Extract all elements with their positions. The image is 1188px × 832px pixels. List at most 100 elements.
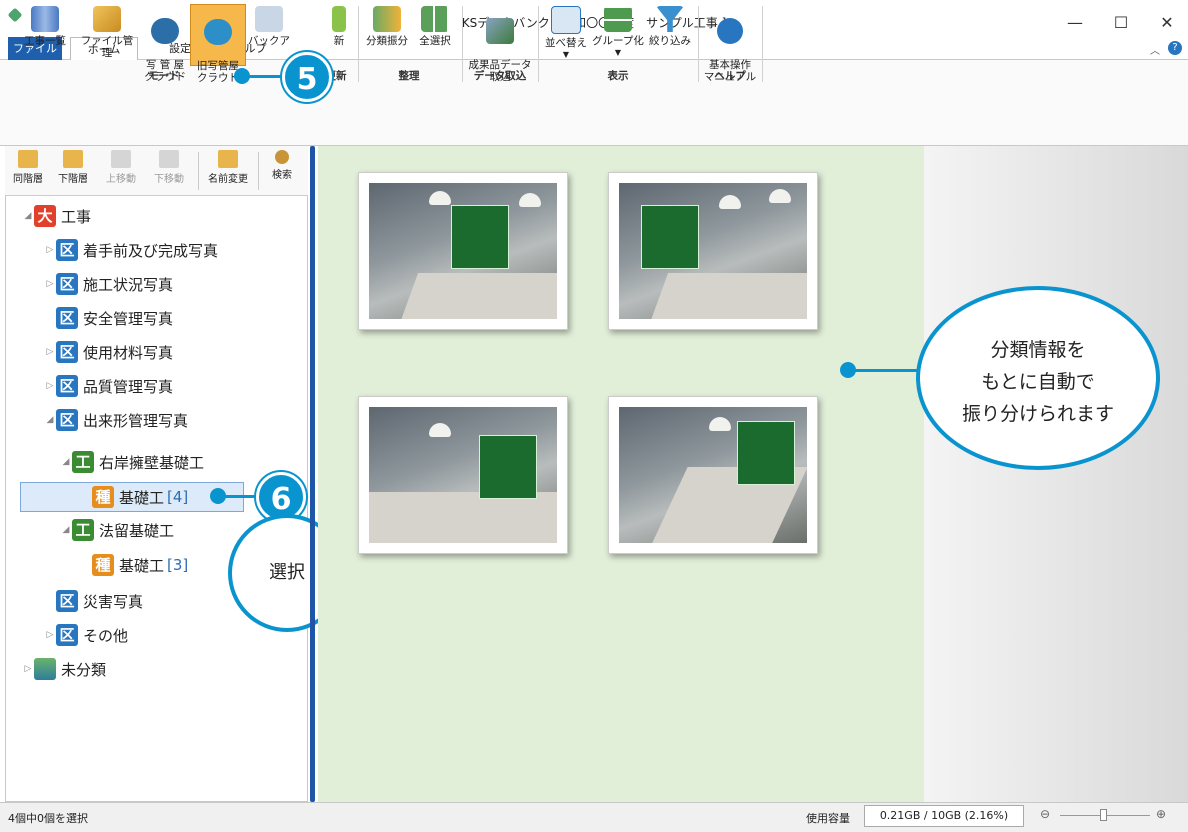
expand-icon[interactable]: ◢ (22, 211, 34, 221)
tree-item-label: 品質管理写真 (83, 377, 174, 396)
expand-icon[interactable]: ▷ (22, 664, 34, 674)
tree-item[interactable]: 種 基礎工 [3] (92, 549, 232, 581)
backup-icon (255, 6, 283, 32)
dropdown-arrow-icon: ▼ (562, 50, 570, 59)
zoom-in-icon[interactable]: ⊕ (1156, 807, 1166, 821)
zoom-out-icon[interactable]: ⊖ (1040, 807, 1050, 821)
same-level-button[interactable]: 同階層 (8, 150, 48, 192)
select-all-button[interactable]: 全選択 (414, 4, 456, 64)
tree-item[interactable]: 区 災害写真 (44, 585, 234, 617)
category-badge: 区 (56, 409, 78, 431)
rename-icon (218, 150, 238, 168)
group-label-data-import: データ取込 (473, 70, 527, 82)
search-button[interactable]: 検索 (262, 150, 302, 192)
question-icon (717, 18, 743, 44)
ribbon-separator (358, 6, 359, 82)
tree-item-label: 着手前及び完成写真 (83, 241, 219, 260)
photo-thumbnail[interactable] (608, 172, 818, 330)
move-down-icon (159, 150, 179, 168)
ribbon-separator (698, 6, 699, 82)
folder-icon (93, 6, 121, 32)
project-list-button[interactable]: 工事一覧 (20, 4, 70, 64)
old-photo-cloud-button[interactable]: 旧写管屋 クラウド (190, 4, 246, 84)
books-icon (31, 6, 59, 32)
tree-item[interactable]: ▷ 区 着手前及び完成写真 (44, 234, 344, 266)
sort-button[interactable]: 並べ替え ▼ (542, 4, 590, 64)
manual-button[interactable]: 基本操作 マニュアル (702, 4, 758, 83)
close-button[interactable]: ✕ (1152, 12, 1182, 34)
site-photo (369, 183, 557, 319)
site-photo (369, 407, 557, 543)
move-down-button[interactable]: 下移動 (146, 150, 192, 192)
callout-5-line (246, 75, 286, 78)
search-icon (275, 150, 289, 164)
group-label-help: ヘルプ (714, 70, 746, 82)
tree-item-label: 使用材料写真 (83, 343, 174, 362)
category-badge: 工 (72, 451, 94, 473)
toolbar-separator (258, 152, 259, 190)
zoom-slider-thumb[interactable] (1100, 809, 1107, 821)
callout-auto-line (852, 369, 922, 372)
category-badge: 種 (92, 554, 114, 576)
minimize-button[interactable]: — (1060, 12, 1090, 34)
deliverable-import-button[interactable]: 成果品データ 取込 (466, 4, 534, 83)
expand-icon[interactable]: ▷ (44, 381, 56, 391)
move-up-button[interactable]: 上移動 (98, 150, 144, 192)
lower-level-button[interactable]: 下階層 (52, 150, 94, 192)
maximize-button[interactable]: ☐ (1106, 12, 1136, 34)
photo-count: [4] (167, 488, 189, 506)
info-board (451, 205, 509, 269)
tree-item-label: その他 (83, 626, 129, 645)
filter-button[interactable]: 絞り込み (646, 4, 694, 64)
tree-item-label: 基礎工 (119, 556, 165, 575)
expand-icon[interactable]: ▷ (44, 347, 56, 357)
category-badge: 区 (56, 307, 78, 329)
tree-item-label: 施工状況写真 (83, 275, 174, 294)
tree-item-label: 未分類 (61, 660, 107, 679)
auto-sort-callout-bubble: 分類情報を もとに自動で 振り分けられます (916, 286, 1160, 470)
toolbar-separator (198, 152, 199, 190)
step-5-badge: 5 (282, 52, 332, 102)
info-board (641, 205, 699, 269)
update-button[interactable]: 新 (326, 4, 352, 64)
left-splitter[interactable] (310, 146, 315, 802)
photo-thumbnail[interactable] (608, 396, 818, 554)
move-up-icon (111, 150, 131, 168)
tree-item-root[interactable]: ◢ 大 工事 (22, 200, 322, 232)
photo-thumbnail[interactable] (358, 396, 568, 554)
photo-thumbnail[interactable] (358, 172, 568, 330)
help-icon[interactable]: ? (1168, 41, 1182, 55)
tree-item[interactable]: ▷ 区 その他 (44, 619, 234, 651)
expand-icon[interactable]: ▷ (44, 630, 56, 640)
category-badge: 工 (72, 519, 94, 541)
rename-button[interactable]: 名前変更 (202, 150, 254, 192)
expand-icon[interactable]: ▷ (44, 245, 56, 255)
tree-item[interactable]: ▷ 区 品質管理写真 (44, 370, 344, 402)
tree-item[interactable]: 区 安全管理写真 (44, 302, 344, 334)
photo-cloud-button[interactable]: 写 管 屋 クラウド (142, 4, 188, 83)
ribbon-separator (762, 6, 763, 82)
tree-item[interactable]: ▷ 区 施工状況写真 (44, 268, 344, 300)
expand-icon[interactable]: ◢ (44, 415, 56, 425)
classify-button[interactable]: 分類振分 (362, 4, 412, 64)
expand-icon[interactable]: ◢ (60, 525, 72, 535)
import-icon (486, 18, 514, 44)
tree-item[interactable]: ▷ 区 使用材料写真 (44, 336, 344, 368)
expand-icon[interactable]: ◢ (60, 457, 72, 467)
file-manage-button[interactable]: ファイル管理 (76, 4, 138, 64)
tree-item[interactable]: ◢ 区 出来形管理写真 (44, 404, 344, 436)
expand-icon[interactable]: ▷ (44, 279, 56, 289)
backup-button[interactable]: バックア (248, 4, 290, 64)
lower-level-icon (63, 150, 83, 168)
tree-item-label: 法留基礎工 (99, 521, 175, 540)
group-grid-icon (604, 6, 632, 32)
collapse-ribbon-icon[interactable]: ︿ (1150, 42, 1160, 57)
group-button[interactable]: グループ化 ▼ (592, 4, 644, 64)
category-badge: 区 (56, 341, 78, 363)
selection-status: 4個中0個を選択 (8, 812, 88, 825)
photo-count: [3] (167, 556, 189, 574)
tree-item-unclassified[interactable]: ▷ 未分類 (22, 653, 222, 685)
category-badge: 区 (56, 624, 78, 646)
group-label-display: 表示 (607, 70, 629, 82)
tree-item[interactable]: ◢ 工 右岸擁壁基礎工 (60, 446, 300, 478)
